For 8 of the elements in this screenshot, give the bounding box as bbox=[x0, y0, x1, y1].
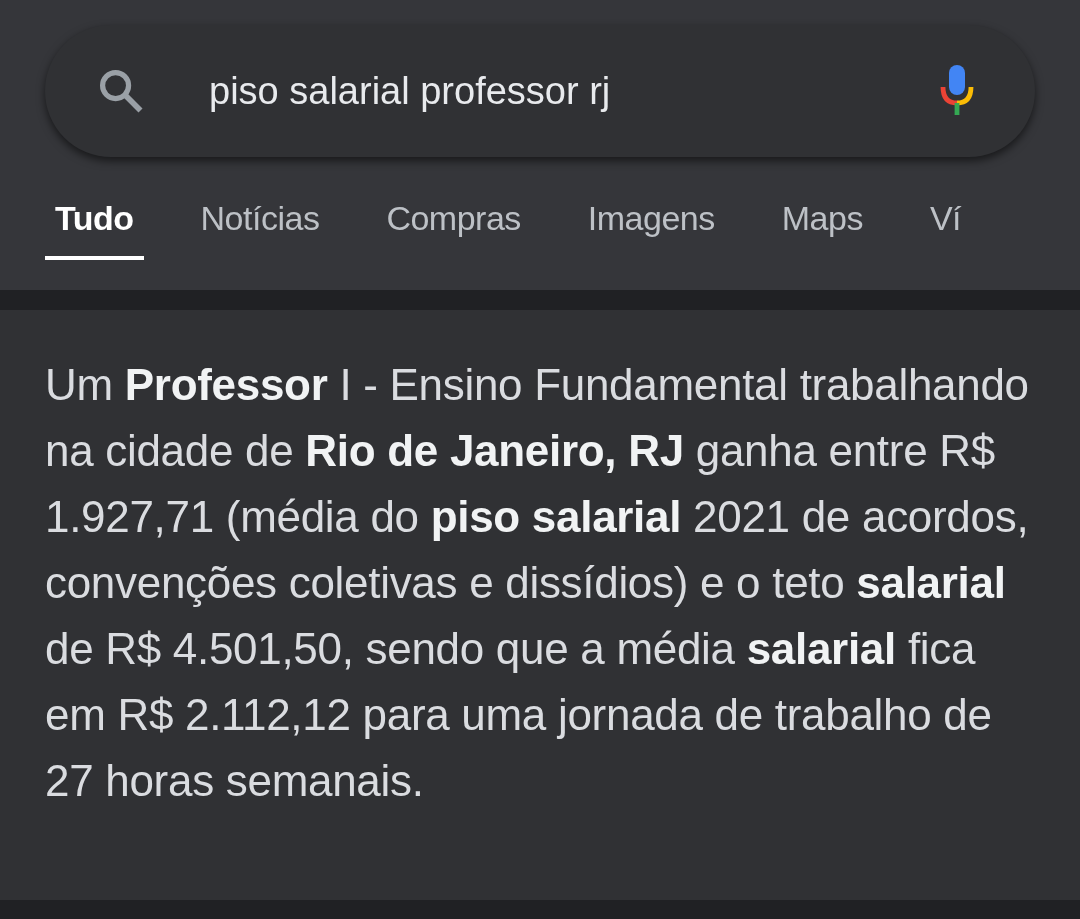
search-tab[interactable]: Imagens bbox=[577, 199, 725, 260]
search-tab[interactable]: Tudo bbox=[45, 199, 144, 260]
search-tab[interactable]: Compras bbox=[376, 199, 531, 260]
search-field[interactable]: piso salarial professor rj bbox=[209, 69, 877, 113]
search-tab[interactable]: Notícias bbox=[190, 199, 330, 260]
search-tab[interactable]: Ví bbox=[919, 199, 971, 260]
answer-snippet: Um Professor I - Ensino Fundamental trabalhando na cidade de Rio de Janeiro, RJ ganha entre R$ 1.927,71 (média do piso salarial 2021 de acordos, convenções coletivas e dissídios) e o teto salarial de R$ 4.501,50, sendo que a média salarial fica em R$ 2.112,12 para uma jornada de trabalho de 27 horas semanais. bbox=[45, 359, 1030, 807]
search-tab[interactable]: Maps bbox=[771, 199, 873, 260]
